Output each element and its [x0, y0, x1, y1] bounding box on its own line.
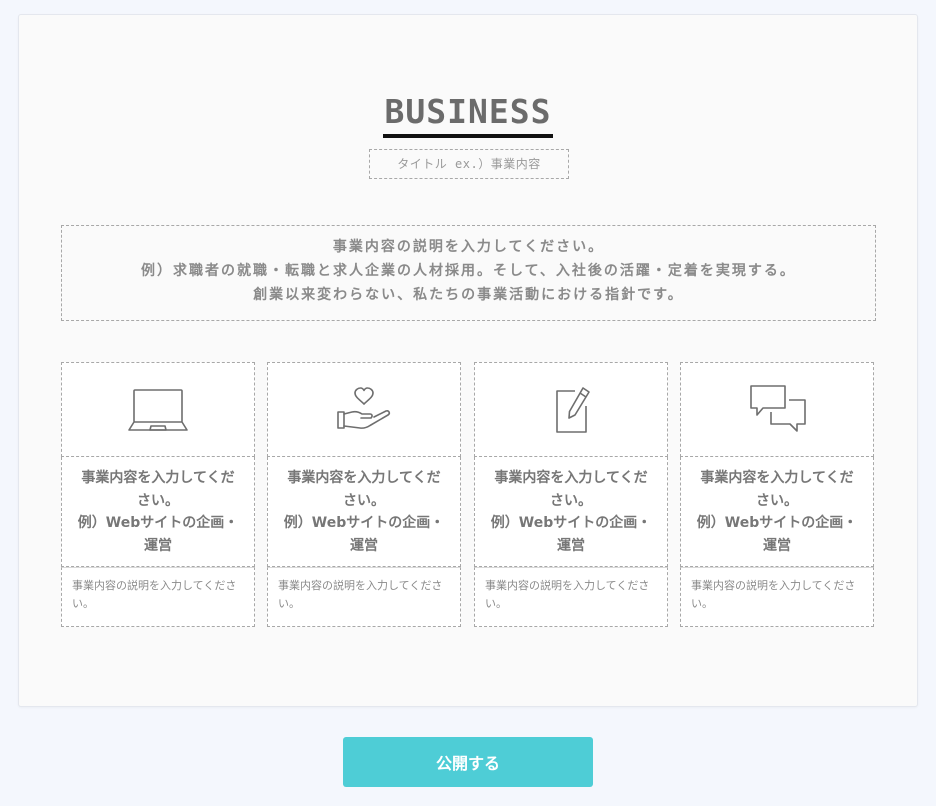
card-heading-line: 運営: [144, 537, 172, 554]
card-icon-cell[interactable]: [61, 362, 255, 457]
business-card-4: 事業内容を入力してくだ さい。 例）Webサイトの企画・ 運営 事業内容の説明を…: [680, 362, 874, 627]
publish-button[interactable]: 公開する: [343, 737, 593, 787]
card-heading-line: 例）Webサイトの企画・: [77, 515, 239, 531]
card-heading-field[interactable]: 事業内容を入力してくだ さい。 例）Webサイトの企画・ 運営: [267, 457, 461, 567]
card-heading-line: さい。: [756, 492, 798, 509]
business-card-1: 事業内容を入力してくだ さい。 例）Webサイトの企画・ 運営 事業内容の説明を…: [61, 362, 255, 627]
edit-note-icon: [556, 386, 590, 433]
description-line: 例）求職者の就職・転職と求人企業の人材採用。そして、入社後の活躍・定着を実現する…: [141, 263, 796, 279]
card-heading-line: 事業内容を入力してくだ: [700, 470, 854, 486]
card-heading-line: 運営: [350, 537, 378, 554]
card-heading-line: さい。: [550, 492, 592, 509]
card-heading-line: 事業内容を入力してくだ: [81, 470, 235, 486]
section-title-wrap: BUSINESS: [19, 95, 917, 138]
description-line: 事業内容の説明を入力してください。: [332, 239, 605, 255]
business-card-3: 事業内容を入力してくだ さい。 例）Webサイトの企画・ 運営 事業内容の説明を…: [474, 362, 668, 627]
card-heading-line: 事業内容を入力してくだ: [494, 470, 648, 486]
section-title[interactable]: BUSINESS: [382, 95, 554, 138]
description-field[interactable]: 事業内容の説明を入力してください。 例）求職者の就職・転職と求人企業の人材採用。…: [61, 225, 876, 321]
card-body-field[interactable]: 事業内容の説明を入力してください。: [61, 567, 255, 627]
card-body-field[interactable]: 事業内容の説明を入力してください。: [474, 567, 668, 627]
card-body-field[interactable]: 事業内容の説明を入力してください。: [680, 567, 874, 627]
card-body-field[interactable]: 事業内容の説明を入力してください。: [267, 567, 461, 627]
description-line: 創業以来変わらない、私たちの事業活動における指針です。: [253, 287, 684, 303]
card-heading-line: 運営: [557, 537, 585, 554]
card-heading-line: 事業内容を入力してくだ: [287, 470, 441, 486]
card-heading-line: 例）Webサイトの企画・: [283, 515, 445, 531]
card-heading-line: 例）Webサイトの企画・: [696, 515, 858, 531]
chat-bubbles-icon: [750, 384, 806, 432]
card-heading-field[interactable]: 事業内容を入力してくだ さい。 例）Webサイトの企画・ 運営: [474, 457, 668, 567]
card-heading-line: 運営: [763, 537, 791, 554]
card-heading-line: さい。: [137, 492, 179, 509]
business-card-2: 事業内容を入力してくだ さい。 例）Webサイトの企画・ 運営 事業内容の説明を…: [267, 362, 461, 627]
hand-heart-icon: [337, 386, 391, 429]
card-heading-field[interactable]: 事業内容を入力してくだ さい。 例）Webサイトの企画・ 運営: [680, 457, 874, 567]
card-icon-cell[interactable]: [680, 362, 874, 457]
card-icon-cell[interactable]: [267, 362, 461, 457]
card-heading-line: 例）Webサイトの企画・: [490, 515, 652, 531]
card-icon-cell[interactable]: [474, 362, 668, 457]
subtitle-field[interactable]: タイトル ex.）事業内容: [369, 149, 569, 179]
card-heading-line: さい。: [343, 492, 385, 509]
laptop-icon: [128, 388, 188, 431]
editor-panel: BUSINESS タイトル ex.）事業内容 事業内容の説明を入力してください。…: [18, 14, 918, 707]
card-heading-field[interactable]: 事業内容を入力してくだ さい。 例）Webサイトの企画・ 運営: [61, 457, 255, 567]
